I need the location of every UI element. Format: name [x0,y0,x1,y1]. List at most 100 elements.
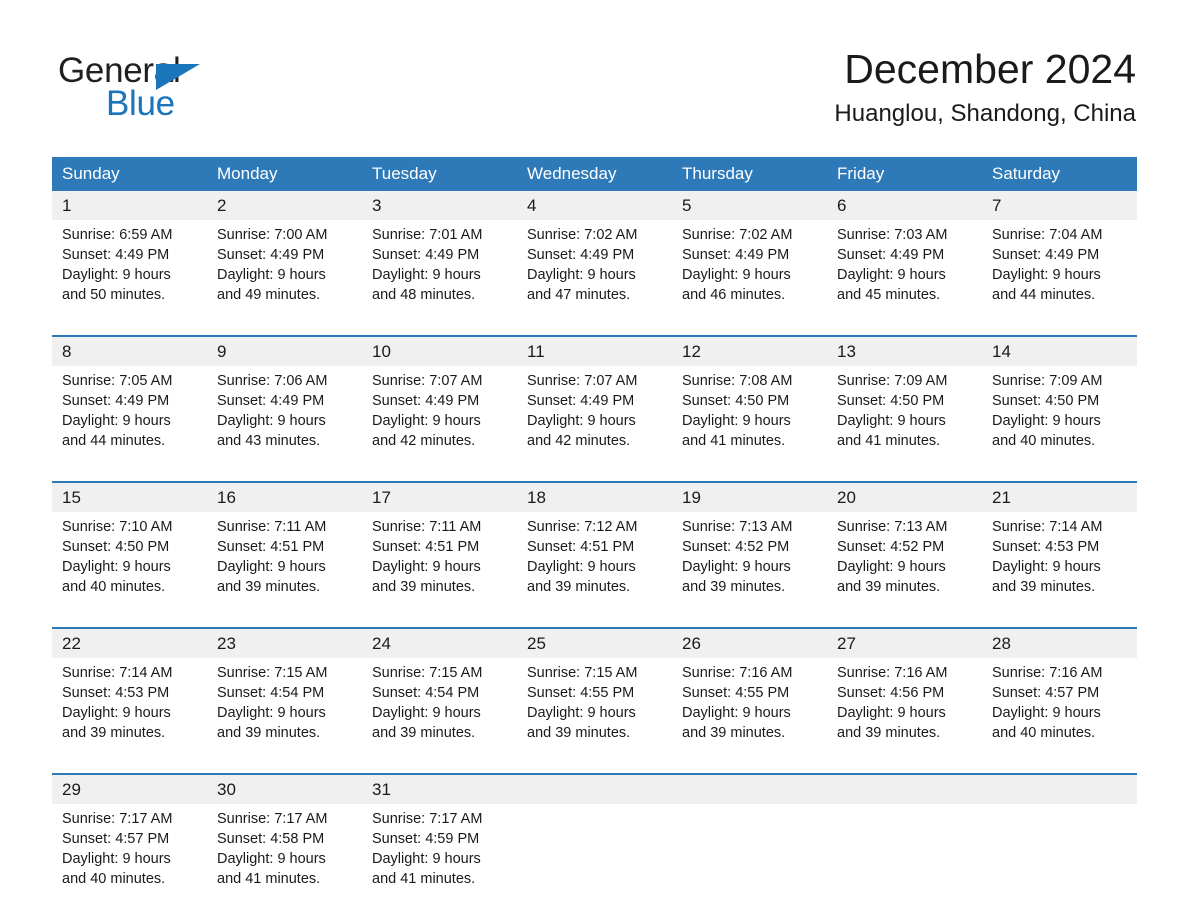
day-number: 6 [827,191,982,220]
day-number: 23 [207,627,362,658]
sunrise-text: Sunrise: 7:04 AM [992,227,1103,243]
sunrise-text: Sunrise: 7:02 AM [527,227,638,243]
week-5-info-row: Sunrise: 7:17 AM Sunset: 4:57 PM Dayligh… [52,804,1137,919]
week-3-info-row: Sunrise: 7:10 AM Sunset: 4:50 PM Dayligh… [52,512,1137,628]
daylight-text-line1: Daylight: 9 hours [682,413,791,429]
daylight-text-line2: and 39 minutes. [682,579,786,595]
day-number: 28 [982,627,1137,658]
sunset-text: Sunset: 4:51 PM [217,539,325,555]
daylight-text-line2: and 39 minutes. [527,725,631,741]
day-number: 14 [982,335,1137,366]
weekday-header-wednesday: Wednesday [517,157,672,191]
day-cell: Sunrise: 7:08 AM Sunset: 4:50 PM Dayligh… [672,366,827,482]
weekday-header-row: Sunday Monday Tuesday Wednesday Thursday… [52,157,1137,191]
sunrise-text: Sunrise: 7:11 AM [217,519,327,535]
day-cell: Sunrise: 7:15 AM Sunset: 4:55 PM Dayligh… [517,658,672,774]
sunset-text: Sunset: 4:49 PM [837,247,945,263]
day-cell: Sunrise: 7:03 AM Sunset: 4:49 PM Dayligh… [827,220,982,336]
daylight-text-line1: Daylight: 9 hours [992,559,1101,575]
daylight-text-line2: and 42 minutes. [372,433,476,449]
daylight-text-line1: Daylight: 9 hours [217,851,326,867]
daylight-text-line1: Daylight: 9 hours [217,705,326,721]
daylight-text-line1: Daylight: 9 hours [527,559,636,575]
daylight-text-line2: and 40 minutes. [992,433,1096,449]
sunrise-text: Sunrise: 7:11 AM [372,519,482,535]
weekday-header-friday: Friday [827,157,982,191]
day-cell: Sunrise: 7:16 AM Sunset: 4:57 PM Dayligh… [982,658,1137,774]
weekday-header-tuesday: Tuesday [362,157,517,191]
sunrise-text: Sunrise: 7:07 AM [527,373,638,389]
day-cell: Sunrise: 7:14 AM Sunset: 4:53 PM Dayligh… [982,512,1137,628]
daylight-text-line1: Daylight: 9 hours [372,413,481,429]
day-number: 5 [672,191,827,220]
page-title: December 2024 [844,46,1136,92]
sunset-text: Sunset: 4:59 PM [372,831,480,847]
daylight-text-line1: Daylight: 9 hours [527,267,636,283]
daylight-text-line2: and 47 minutes. [527,287,631,303]
daylight-text-line2: and 46 minutes. [682,287,786,303]
sunrise-text: Sunrise: 7:13 AM [837,519,948,535]
day-cell: Sunrise: 7:04 AM Sunset: 4:49 PM Dayligh… [982,220,1137,336]
weekday-header-saturday: Saturday [982,157,1137,191]
daylight-text-line1: Daylight: 9 hours [682,267,791,283]
daylight-text-line2: and 40 minutes. [62,871,166,887]
day-number: 27 [827,627,982,658]
day-cell: Sunrise: 7:17 AM Sunset: 4:59 PM Dayligh… [362,804,517,919]
sunrise-text: Sunrise: 7:15 AM [217,665,328,681]
sunrise-text: Sunrise: 7:01 AM [372,227,483,243]
daylight-text-line2: and 41 minutes. [837,433,941,449]
sunrise-text: Sunrise: 7:12 AM [527,519,638,535]
day-cell: Sunrise: 7:15 AM Sunset: 4:54 PM Dayligh… [207,658,362,774]
sunset-text: Sunset: 4:49 PM [372,247,480,263]
week-4-daynumber-row: 22 23 24 25 26 27 28 [52,627,1137,658]
day-number-empty [517,773,672,804]
sunrise-text: Sunrise: 7:15 AM [372,665,483,681]
day-number: 31 [362,773,517,804]
week-5-daynumber-row: 29 30 31 [52,773,1137,804]
daylight-text-line2: and 45 minutes. [837,287,941,303]
sunrise-text: Sunrise: 7:09 AM [837,373,948,389]
day-number: 25 [517,627,672,658]
sunrise-text: Sunrise: 7:16 AM [837,665,948,681]
sunset-text: Sunset: 4:50 PM [682,393,790,409]
daylight-text-line2: and 43 minutes. [217,433,321,449]
sunrise-text: Sunrise: 7:17 AM [62,811,173,827]
daylight-text-line2: and 39 minutes. [837,725,941,741]
week-4-info-row: Sunrise: 7:14 AM Sunset: 4:53 PM Dayligh… [52,658,1137,774]
daylight-text-line1: Daylight: 9 hours [372,559,481,575]
daylight-text-line2: and 41 minutes. [217,871,321,887]
calendar-page: General Blue December 2024 Huanglou, Sha… [0,0,1188,919]
sunset-text: Sunset: 4:54 PM [217,685,325,701]
day-number: 9 [207,335,362,366]
week-1-daynumber-row: 1 2 3 4 5 6 7 [52,191,1137,220]
day-number: 8 [52,335,207,366]
day-number: 12 [672,335,827,366]
daylight-text-line2: and 50 minutes. [62,287,166,303]
daylight-text-line1: Daylight: 9 hours [217,413,326,429]
sunrise-text: Sunrise: 6:59 AM [62,227,173,243]
sunrise-text: Sunrise: 7:02 AM [682,227,793,243]
day-cell-empty [517,804,672,919]
day-cell: Sunrise: 7:14 AM Sunset: 4:53 PM Dayligh… [52,658,207,774]
day-number: 20 [827,481,982,512]
sunrise-text: Sunrise: 7:00 AM [217,227,328,243]
day-cell: Sunrise: 7:13 AM Sunset: 4:52 PM Dayligh… [672,512,827,628]
day-cell: Sunrise: 7:02 AM Sunset: 4:49 PM Dayligh… [517,220,672,336]
daylight-text-line1: Daylight: 9 hours [372,851,481,867]
daylight-text-line1: Daylight: 9 hours [217,559,326,575]
day-cell: Sunrise: 7:11 AM Sunset: 4:51 PM Dayligh… [207,512,362,628]
daylight-text-line2: and 39 minutes. [62,725,166,741]
day-cell: Sunrise: 7:00 AM Sunset: 4:49 PM Dayligh… [207,220,362,336]
daylight-text-line1: Daylight: 9 hours [682,559,791,575]
daylight-text-line1: Daylight: 9 hours [527,705,636,721]
day-number: 7 [982,191,1137,220]
day-cell: Sunrise: 6:59 AM Sunset: 4:49 PM Dayligh… [52,220,207,336]
sunset-text: Sunset: 4:49 PM [682,247,790,263]
sunset-text: Sunset: 4:49 PM [372,393,480,409]
weekday-header-monday: Monday [207,157,362,191]
day-cell-empty [982,804,1137,919]
sunset-text: Sunset: 4:50 PM [992,393,1100,409]
daylight-text-line1: Daylight: 9 hours [217,267,326,283]
daylight-text-line2: and 39 minutes. [217,579,321,595]
sunset-text: Sunset: 4:53 PM [62,685,170,701]
